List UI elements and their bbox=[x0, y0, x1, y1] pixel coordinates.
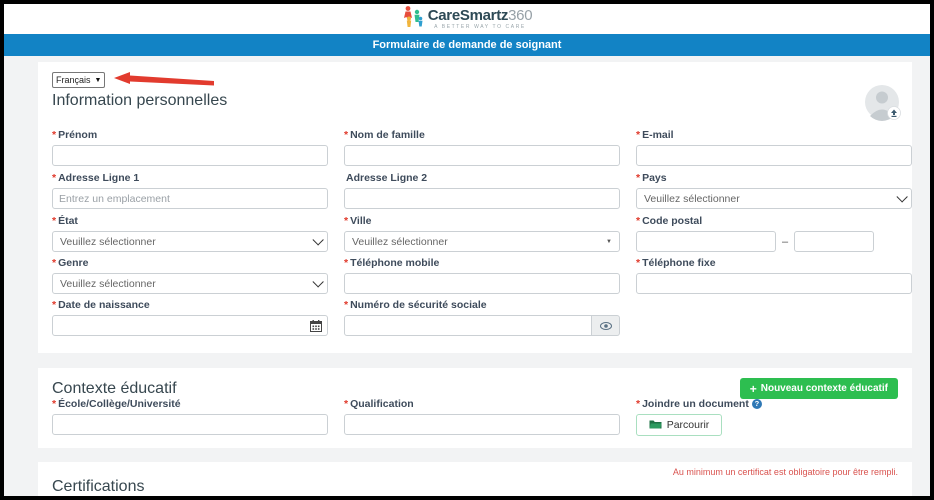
code-postal-input-2[interactable] bbox=[794, 231, 874, 252]
prenom-input[interactable] bbox=[52, 145, 328, 166]
language-select[interactable]: Français ▼ bbox=[52, 72, 105, 88]
ville-select[interactable]: Veuillez sélectionner ▼ bbox=[344, 231, 620, 252]
field-label: *Ville bbox=[344, 215, 620, 227]
add-education-button-label: Nouveau contexte éducatif bbox=[761, 383, 888, 394]
education-title: Contexte éducatif bbox=[52, 380, 177, 398]
field-date-naissance: *Date de naissance bbox=[52, 299, 328, 336]
ville-select-value: Veuillez sélectionner bbox=[352, 236, 448, 248]
genre-select[interactable]: Veuillez sélectionner bbox=[52, 273, 328, 294]
field-label: Adresse Ligne 2 bbox=[344, 172, 620, 184]
etat-select[interactable]: Veuillez sélectionner bbox=[52, 231, 328, 252]
field-adresse2: Adresse Ligne 2 bbox=[344, 172, 620, 209]
field-email: *E-mail bbox=[636, 129, 912, 166]
field-label: *École/Collège/Université bbox=[52, 398, 328, 410]
field-code-postal: *Code postal – bbox=[636, 215, 912, 252]
logo-wordmark: CareSmartz360 bbox=[428, 8, 533, 23]
pays-select[interactable]: Veuillez sélectionner bbox=[636, 188, 912, 209]
ecole-input[interactable] bbox=[52, 414, 328, 435]
help-icon[interactable]: ? bbox=[752, 399, 762, 409]
field-label: *Numéro de sécurité sociale bbox=[344, 299, 620, 311]
form-banner: Formulaire de demande de soignant bbox=[4, 34, 930, 56]
field-label: *Pays bbox=[636, 172, 912, 184]
certifications-card: Au minimum un certificat est obligatoire… bbox=[38, 462, 912, 496]
field-qualification: *Qualification bbox=[344, 398, 620, 435]
logo-text: CareSmartz360 A BETTER WAY TO CARE bbox=[428, 8, 533, 30]
tel-fixe-input[interactable] bbox=[636, 273, 912, 294]
nom-input[interactable] bbox=[344, 145, 620, 166]
genre-select-value: Veuillez sélectionner bbox=[60, 278, 156, 290]
date-naissance-wrap bbox=[52, 315, 328, 336]
field-label: *Qualification bbox=[344, 398, 620, 410]
field-ssn: *Numéro de sécurité sociale bbox=[344, 299, 620, 336]
field-label: *Genre bbox=[52, 257, 328, 269]
pays-select-value: Veuillez sélectionner bbox=[644, 193, 740, 205]
etat-select-value: Veuillez sélectionner bbox=[60, 236, 156, 248]
certifications-title: Certifications bbox=[52, 478, 144, 496]
logo: CareSmartz360 A BETTER WAY TO CARE bbox=[402, 5, 533, 34]
tel-mobile-input[interactable] bbox=[344, 273, 620, 294]
field-label: *Téléphone mobile bbox=[344, 257, 620, 269]
app-window: CareSmartz360 A BETTER WAY TO CARE Formu… bbox=[0, 0, 934, 500]
plus-icon: + bbox=[750, 382, 757, 396]
logo-tagline: A BETTER WAY TO CARE bbox=[428, 25, 533, 30]
language-select-value: Français bbox=[56, 75, 91, 85]
field-pays: *Pays Veuillez sélectionner bbox=[636, 172, 912, 209]
field-label: *Nom de famille bbox=[344, 129, 620, 141]
field-etat: *État Veuillez sélectionner bbox=[52, 215, 328, 252]
field-label: *Adresse Ligne 1 bbox=[52, 172, 328, 184]
ssn-group bbox=[344, 315, 620, 336]
calendar-icon[interactable] bbox=[310, 319, 322, 337]
email-input[interactable] bbox=[636, 145, 912, 166]
ssn-input[interactable] bbox=[344, 315, 592, 336]
field-adresse1: *Adresse Ligne 1 bbox=[52, 172, 328, 209]
adresse2-input[interactable] bbox=[344, 188, 620, 209]
triangle-down-icon: ▼ bbox=[606, 239, 612, 245]
field-ville: *Ville Veuillez sélectionner ▼ bbox=[344, 215, 620, 252]
header: CareSmartz360 A BETTER WAY TO CARE bbox=[4, 4, 930, 34]
field-label: *Code postal bbox=[636, 215, 912, 227]
browse-button[interactable]: Parcourir bbox=[636, 414, 722, 436]
field-label: *Joindre un document? bbox=[636, 398, 912, 410]
adresse1-input[interactable] bbox=[52, 188, 328, 209]
browse-button-label: Parcourir bbox=[667, 419, 710, 431]
red-annotation-arrow bbox=[114, 72, 214, 88]
chevron-down-icon: ▼ bbox=[95, 77, 102, 84]
field-label: *Téléphone fixe bbox=[636, 257, 912, 269]
code-postal-separator: – bbox=[782, 236, 788, 248]
form-banner-title: Formulaire de demande de soignant bbox=[373, 39, 562, 51]
field-label: *État bbox=[52, 215, 328, 227]
field-nom: *Nom de famille bbox=[344, 129, 620, 166]
field-label: *Date de naissance bbox=[52, 299, 328, 311]
field-label: *E-mail bbox=[636, 129, 912, 141]
code-postal-input-1[interactable] bbox=[636, 231, 776, 252]
field-ecole: *École/Collège/Université bbox=[52, 398, 328, 435]
field-prenom: *Prénom bbox=[52, 129, 328, 166]
qualification-input[interactable] bbox=[344, 414, 620, 435]
code-postal-inputs: – bbox=[636, 231, 912, 252]
field-label: *Prénom bbox=[52, 129, 328, 141]
field-tel-fixe: *Téléphone fixe bbox=[636, 257, 912, 294]
chevron-down-icon bbox=[312, 234, 323, 245]
chevron-down-icon bbox=[896, 191, 907, 202]
personal-info-card: Français ▼ Information personnelles *Pré… bbox=[38, 62, 912, 353]
avatar[interactable] bbox=[864, 84, 902, 122]
personal-info-title: Information personnelles bbox=[52, 92, 227, 110]
field-document: *Joindre un document? Parcourir bbox=[636, 398, 912, 436]
folder-icon bbox=[649, 419, 662, 432]
field-tel-mobile: *Téléphone mobile bbox=[344, 257, 620, 294]
education-card: Contexte éducatif + Nouveau contexte édu… bbox=[38, 368, 912, 448]
add-education-button[interactable]: + Nouveau contexte éducatif bbox=[740, 378, 898, 399]
eye-icon[interactable] bbox=[592, 315, 620, 336]
chevron-down-icon bbox=[312, 276, 323, 287]
logo-people-icon bbox=[402, 5, 424, 34]
field-genre: *Genre Veuillez sélectionner bbox=[52, 257, 328, 294]
certification-warning: Au minimum un certificat est obligatoire… bbox=[673, 467, 898, 477]
date-naissance-input[interactable] bbox=[52, 315, 328, 336]
